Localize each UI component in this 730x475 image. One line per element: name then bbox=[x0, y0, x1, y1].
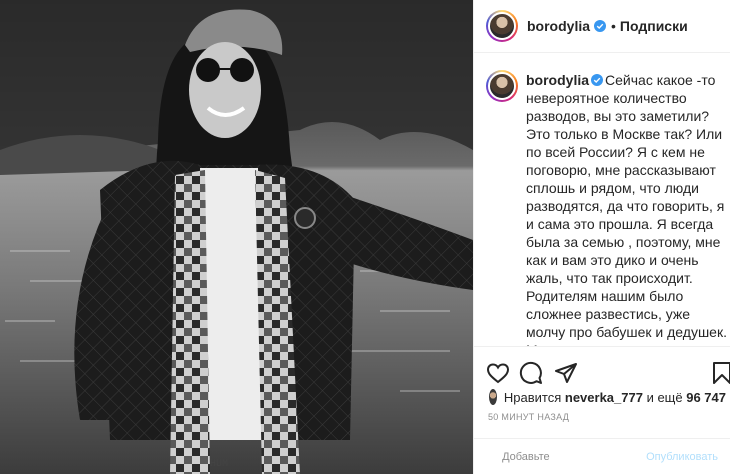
caption-block: borodyliaСейчас какое -то невероятное ко… bbox=[526, 71, 728, 346]
comment-icon[interactable] bbox=[519, 361, 543, 385]
caption-text: Сейчас какое -то невероятное количество … bbox=[526, 72, 730, 346]
comment-bar: Опубликовать bbox=[474, 438, 730, 475]
author-avatar[interactable] bbox=[486, 10, 518, 42]
likes-middle: и ещё bbox=[647, 390, 683, 405]
likes-prefix: Нравится bbox=[504, 390, 561, 405]
paper-plane-icon[interactable] bbox=[554, 361, 578, 385]
verified-badge-icon bbox=[591, 74, 603, 86]
photo-illustration: HUM bbox=[0, 0, 473, 474]
bookmark-icon[interactable] bbox=[710, 361, 730, 385]
publish-button[interactable]: Опубликовать bbox=[646, 451, 718, 463]
author-username[interactable]: borodylia bbox=[527, 18, 590, 34]
header-separator: • bbox=[611, 18, 616, 34]
caption-avatar[interactable] bbox=[486, 70, 518, 102]
caption-username[interactable]: borodylia bbox=[526, 72, 589, 88]
heart-icon[interactable] bbox=[486, 361, 510, 385]
comment-input[interactable] bbox=[500, 450, 646, 464]
post-side-panel: borodylia • Подписки borodyliaСейчас как… bbox=[473, 0, 730, 474]
following-button[interactable]: Подписки bbox=[620, 18, 688, 34]
liker-username[interactable]: neverka_777 bbox=[565, 390, 643, 405]
liker-avatar[interactable] bbox=[488, 388, 498, 406]
verified-badge-icon bbox=[594, 20, 606, 32]
likes-line: Нравится neverka_777 и ещё 96 747 bbox=[488, 386, 726, 408]
caption-section: borodyliaСейчас какое -то невероятное ко… bbox=[474, 54, 730, 346]
instagram-post-view: HUM borodylia • Подписки borodyliaСейчас… bbox=[0, 0, 730, 474]
post-photo[interactable]: HUM bbox=[0, 0, 473, 474]
post-header: borodylia • Подписки bbox=[474, 0, 730, 53]
shirt-print: HUM bbox=[210, 459, 228, 470]
likes-count[interactable]: 96 747 bbox=[686, 390, 726, 405]
post-timestamp[interactable]: 50 МИНУТ НАЗАД bbox=[488, 412, 569, 422]
